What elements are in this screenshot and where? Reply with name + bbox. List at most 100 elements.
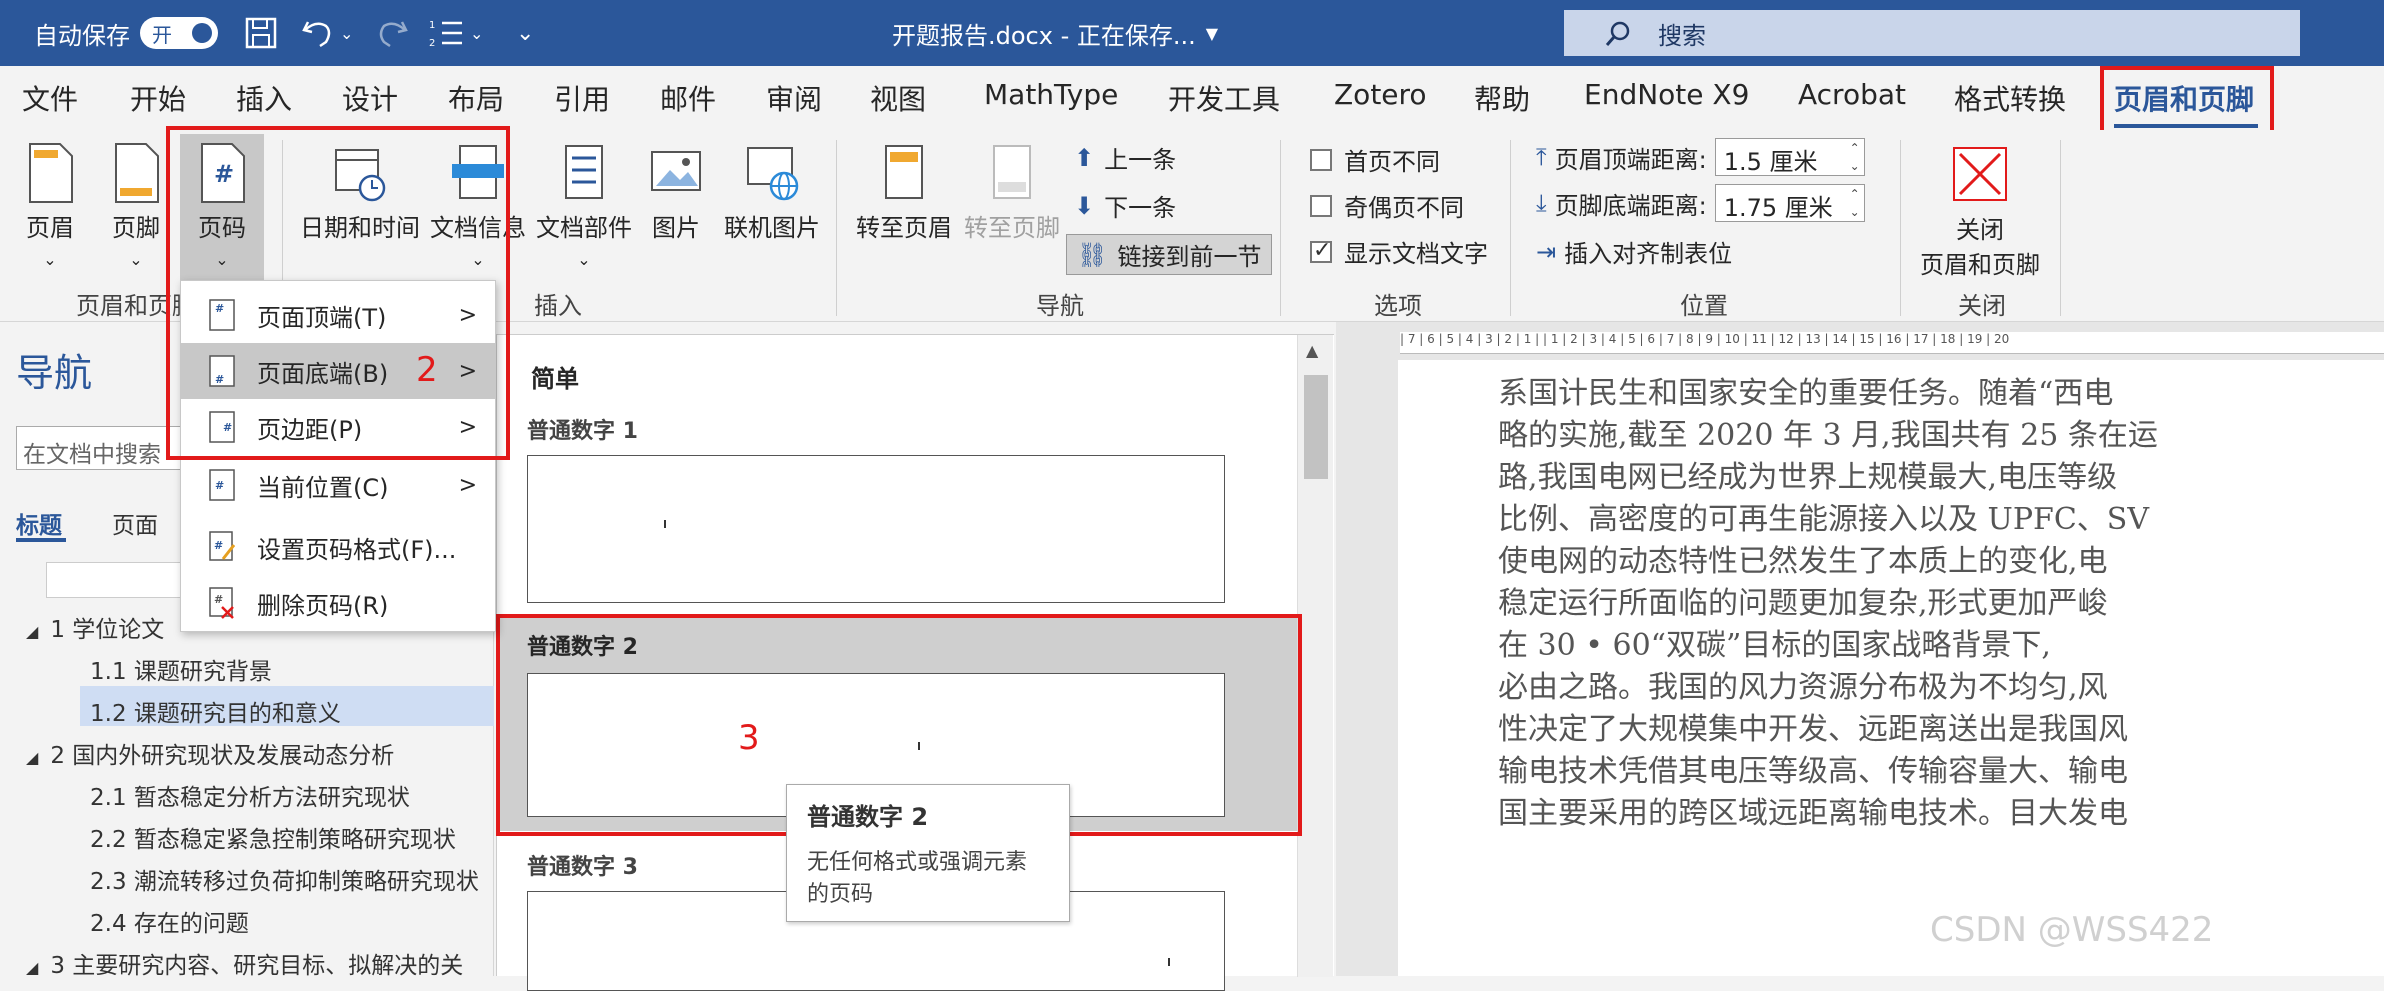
checkbox-box [1310,194,1332,217]
tab-zotero[interactable]: Zotero [1334,78,1427,111]
tab-view[interactable]: 视图 [870,78,926,118]
footer-distance-input[interactable]: 1.75 厘米 ⌃ ⌄ [1714,184,1865,222]
collapse-icon: ◢ [26,622,39,641]
previous-button[interactable]: ⬆ 上一条 [1074,140,1176,175]
customize-qat-icon[interactable]: ⌄ [516,0,534,66]
header-distance-input[interactable]: 1.5 厘米 ⌃ ⌄ [1714,138,1865,176]
tab-acrobat[interactable]: Acrobat [1798,78,1906,111]
svg-text:#: # [215,479,224,492]
header-button[interactable]: 页眉 ⌄ [22,142,78,271]
doc-text-line: 系国计民生和国家安全的重要任务。随着“西电 [1498,376,2114,411]
show-doc-text-checkbox[interactable]: 显示文档文字 [1310,234,1488,269]
separator [1510,140,1511,316]
autosave-state: 开 [152,22,172,47]
checkbox-checked [1310,238,1332,263]
horizontal-ruler[interactable]: | 7 | 6 | 5 | 4 | 3 | 2 | 1 | | 1 | 2 | … [1400,332,2384,354]
redo-icon[interactable] [376,0,410,66]
outline-item[interactable]: ◢ 3 主要研究内容、研究目标、拟解决的关 [26,946,463,980]
tab-format-convert[interactable]: 格式转换 [1954,78,2066,118]
list-icon[interactable]: 12 ⌄ [428,0,483,66]
tab-design[interactable]: 设计 [342,78,398,118]
title-bar: 自动保存 开 ⌄ 12 ⌄ ⌄ 开题报告.docx - 正在保存... ▼ 搜索 [0,0,2384,66]
autosave-toggle[interactable]: 开 [140,17,218,49]
annotation-number-3: 3 [738,718,760,758]
close-icon [1953,147,2007,201]
first-page-different-checkbox[interactable]: 首页不同 [1310,142,1440,177]
footer-distance: ⤓ 页脚底端距离: 1.75 厘米 ⌃ ⌄ [1536,184,1865,222]
picture-button[interactable]: 图片 [648,142,704,243]
online-picture-icon [747,147,799,201]
scroll-up-icon[interactable]: ▲ [1306,341,1318,360]
svg-text:2: 2 [429,38,435,48]
tab-insert[interactable]: 插入 [236,78,292,118]
document-area: | 7 | 6 | 5 | 4 | 3 | 2 | 1 | | 1 | 2 | … [1336,322,2384,976]
page-number-mark [1168,958,1170,966]
document-page[interactable]: 系国计民生和国家安全的重要任务。随着“西电 略的实施,截至 2020 年 3 月… [1398,360,2384,976]
doc-text-line: 路,我国电网已经成为世界上规模最大,电压等级 [1498,460,2118,495]
footer-button[interactable]: 页脚 ⌄ [108,142,164,271]
doc-text-line: 使电网的动态特性已然发生了本质上的变化,电 [1498,544,2108,579]
gallery-scrollbar[interactable]: ▲ [1297,335,1333,977]
goto-footer-icon [993,145,1031,199]
tooltip-desc-2: 的页码 [807,882,874,907]
menu-item-remove-page-numbers[interactable]: # 删除页码(R) [181,575,495,631]
tab-file[interactable]: 文件 [22,78,78,118]
tab-home[interactable]: 开始 [130,78,186,118]
tab-mathtype[interactable]: MathType [984,78,1118,111]
odd-even-different-checkbox[interactable]: 奇偶页不同 [1310,188,1464,223]
alignment-tab-icon: ⇥ [1536,237,1557,266]
tab-layout[interactable]: 布局 [448,78,504,118]
outline-item[interactable]: ◢ 1 学位论文 [26,610,164,644]
tab-review[interactable]: 审阅 [766,78,822,118]
outline-item[interactable]: 2.1 暂态稳定分析方法研究现状 [90,778,410,812]
gallery-item-label: 普通数字 1 [527,419,638,444]
doc-text-line: 输电技术凭借其电压等级高、传输容量大、输电 [1498,754,2128,789]
picture-icon [651,151,701,191]
outline-item[interactable]: ◢ 2 国内外研究现状及发展动态分析 [26,736,394,770]
nav-tab-pages[interactable]: 页面 [112,506,158,540]
menu-item-current-position[interactable]: # 当前位置(C) > [181,457,495,513]
tab-references[interactable]: 引用 [554,78,610,118]
page-number-mark [664,520,666,528]
group-label-navigation: 导航 [1036,292,1084,320]
close-header-footer-button[interactable]: 关闭 页眉和页脚 [1920,144,2040,280]
outline-item[interactable]: 2.2 暂态稳定紧急控制策略研究现状 [90,820,456,854]
tab-endnote[interactable]: EndNote X9 [1584,78,1749,111]
insert-alignment-tab-button[interactable]: ⇥ 插入对齐制表位 [1536,234,1732,269]
nav-tab-headings[interactable]: 标题 [16,506,62,540]
group-label-position: 位置 [1680,292,1728,320]
annotation-box-2 [166,126,510,460]
separator [2060,140,2061,316]
document-title: 开题报告.docx - 正在保存... ▼ [892,21,1219,50]
outline-item[interactable]: 2.3 潮流转移过负荷抑制策略研究现状 [90,862,479,896]
doc-text-line: 性决定了大规模集中开发、远距离送出是我国风 [1498,712,2128,747]
menu-item-format-page-numbers[interactable]: # 设置页码格式(F)... [181,519,495,575]
undo-icon[interactable]: ⌄ [300,0,353,66]
outline-item[interactable]: 2.4 存在的问题 [90,904,249,938]
goto-header-button[interactable]: 转至页眉 [856,142,952,243]
save-icon[interactable] [244,0,278,66]
search-box[interactable]: 搜索 [1564,10,2300,56]
gallery-item-plain-number-1[interactable] [527,455,1225,603]
header-icon [29,143,73,203]
doc-parts-button[interactable]: 文档部件 ⌄ [536,142,632,271]
gallery-item-label: 普通数字 3 [527,855,638,880]
tab-mailings[interactable]: 邮件 [660,78,716,118]
tooltip-title: 普通数字 2 [807,803,929,831]
scrollbar-thumb[interactable] [1304,375,1328,479]
format-page-number-icon: # [209,531,235,561]
search-placeholder: 搜索 [1658,21,1706,50]
outline-item-selected[interactable]: 1.2 课题研究目的和意义 [90,694,341,728]
tooltip-desc-1: 无任何格式或强调元素 [807,850,1028,875]
outline-item[interactable]: 1.1 课题研究背景 [90,652,272,686]
link-to-previous-button[interactable]: ⛓ 链接到前一节 [1066,234,1273,275]
tab-help[interactable]: 帮助 [1474,78,1530,118]
goto-header-icon [885,145,923,199]
next-button[interactable]: ⬇ 下一条 [1074,188,1176,223]
annotation-number-2: 2 [416,350,438,390]
online-picture-button[interactable]: 联机图片 [724,142,820,243]
tab-developer[interactable]: 开发工具 [1168,78,1280,118]
next-icon: ⬇ [1074,191,1095,220]
goto-footer-button[interactable]: 转至页脚 [964,142,1060,243]
checkbox-box [1310,148,1332,171]
